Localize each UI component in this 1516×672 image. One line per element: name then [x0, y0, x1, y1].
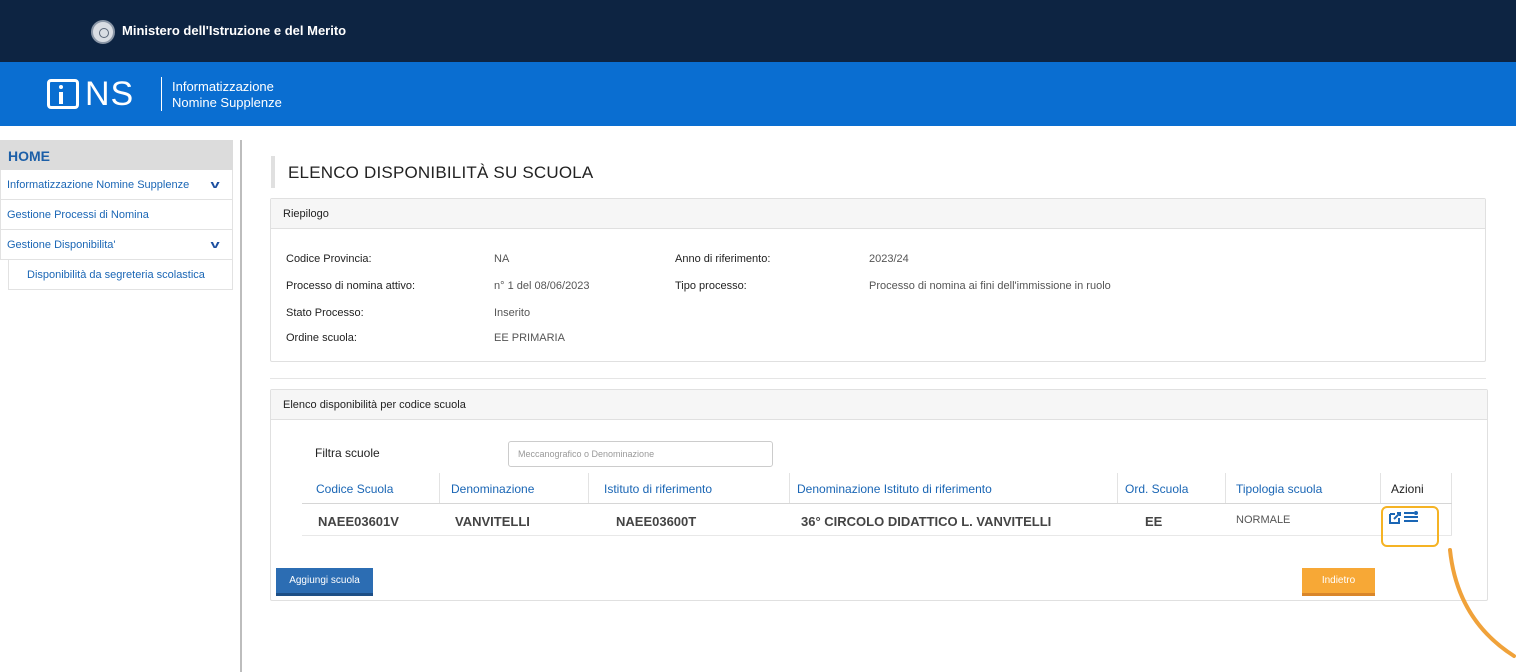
column-divider — [439, 473, 440, 504]
logo-text: NS — [85, 75, 135, 113]
info-icon — [47, 79, 79, 109]
edit-icon[interactable] — [1388, 511, 1402, 525]
column-header-istituto[interactable]: Istituto di riferimento — [604, 482, 712, 496]
chevron-down-icon[interactable]: v — [210, 239, 219, 251]
field-label: Stato Processo: — [286, 307, 364, 319]
riepilogo-heading: Riepilogo — [271, 199, 1485, 229]
field-label: Processo di nomina attivo: — [286, 280, 416, 292]
field-label: Tipo processo: — [675, 280, 747, 292]
column-divider — [588, 473, 589, 504]
ministry-seal-icon — [91, 20, 115, 44]
column-divider — [1380, 473, 1381, 504]
field-label: Ordine scuola: — [286, 332, 357, 344]
header-subtitle-line2: Nomine Supplenze — [172, 95, 282, 110]
sidebar-item-label: Disponibilità da segreteria scolastica — [27, 269, 205, 281]
field-value: 2023/24 — [869, 253, 909, 265]
field-value: Inserito — [494, 307, 531, 319]
cell-istituto: NAEE03600T — [616, 514, 697, 529]
add-school-button[interactable]: Aggiungi scuola — [276, 568, 373, 596]
column-header-ord-scuola[interactable]: Ord. Scuola — [1125, 482, 1188, 496]
sidebar-item-disponibilita-segreteria[interactable]: Disponibilità da segreteria scolastica — [8, 260, 233, 290]
sidebar: HOME Informatizzazione Nomine Supplenze … — [0, 140, 233, 290]
sidebar-home[interactable]: HOME — [0, 140, 233, 170]
column-header-tipologia[interactable]: Tipologia scuola — [1236, 482, 1322, 496]
filter-schools-input[interactable] — [508, 441, 773, 467]
sidebar-item-label: Gestione Disponibilita' — [7, 239, 116, 251]
column-header-denominazione-istituto[interactable]: Denominazione Istituto di riferimento — [797, 482, 992, 496]
column-divider — [1117, 473, 1118, 504]
field-value: EE PRIMARIA — [494, 332, 565, 344]
field-value: Processo di nomina ai fini dell'immissio… — [869, 280, 1111, 292]
field-value: NA — [494, 253, 510, 265]
sidebar-item-informatizzazione[interactable]: Informatizzazione Nomine Supplenze v — [0, 170, 233, 200]
sidebar-item-label: Informatizzazione Nomine Supplenze — [7, 179, 190, 191]
column-header-azioni: Azioni — [1391, 482, 1424, 496]
field-value: n° 1 del 08/06/2023 — [494, 280, 590, 292]
page-title: ELENCO DISPONIBILITÀ SU SCUOLA — [288, 163, 594, 182]
sidebar-divider — [240, 140, 242, 672]
cell-denominazione-istituto: 36° CIRCOLO DIDATTICO L. VANVITELLI — [801, 514, 1052, 529]
elenco-heading: Elenco disponibilità per codice scuola — [271, 390, 1487, 420]
column-divider — [789, 473, 790, 504]
cell-codice-scuola: NAEE03601V — [318, 514, 399, 529]
title-accent — [271, 156, 275, 188]
ministry-title: Ministero dell'Istruzione e del Merito — [122, 23, 347, 38]
ins-logo[interactable]: NS — [47, 75, 155, 113]
header-rule — [302, 503, 1452, 504]
header-subtitle-line1: Informatizzazione — [172, 79, 274, 94]
orange-arrow-annotation — [1448, 548, 1516, 658]
field-label: Codice Provincia: — [286, 253, 372, 265]
column-header-denominazione[interactable]: Denominazione — [451, 482, 534, 496]
cell-ord-scuola: EE — [1145, 514, 1163, 529]
sidebar-item-gestione-disponibilita[interactable]: Gestione Disponibilita' v — [0, 230, 233, 260]
filter-label: Filtra scuole — [315, 446, 380, 460]
app-header — [0, 62, 1516, 126]
sidebar-item-label: Gestione Processi di Nomina — [7, 209, 149, 221]
section-separator — [270, 378, 1486, 379]
cell-denominazione: VANVITELLI — [455, 514, 530, 529]
list-detail-icon[interactable] — [1404, 511, 1418, 524]
header-divider — [161, 77, 162, 111]
cell-tipologia: NORMALE — [1236, 514, 1291, 526]
chevron-down-icon[interactable]: v — [210, 179, 219, 191]
back-button[interactable]: Indietro — [1302, 568, 1375, 596]
sidebar-item-gestione-processi[interactable]: Gestione Processi di Nomina — [0, 200, 233, 230]
field-label: Anno di riferimento: — [675, 253, 771, 265]
column-divider — [1225, 473, 1226, 504]
column-header-codice-scuola[interactable]: Codice Scuola — [316, 482, 393, 496]
row-rule — [302, 535, 1452, 536]
